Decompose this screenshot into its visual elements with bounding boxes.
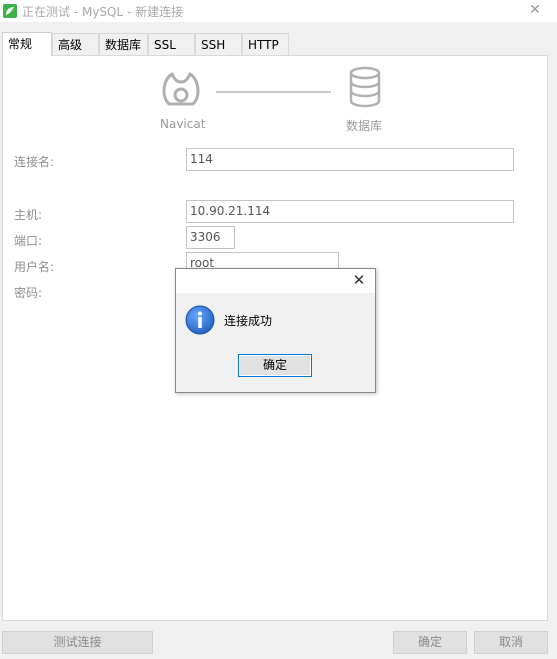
navicat-app-icon <box>3 4 17 18</box>
port-input[interactable]: 3306 <box>186 226 235 249</box>
username-label: 用户名: <box>14 260 55 274</box>
diagram-navicat-caption: Navicat <box>160 117 206 131</box>
tab-advanced[interactable]: 高级 <box>52 33 99 55</box>
connection-line <box>216 91 331 93</box>
ok-button-main[interactable]: 确定 <box>393 631 467 654</box>
info-icon <box>185 305 215 335</box>
tab-ssl[interactable]: SSL <box>148 33 195 55</box>
dialog-close-icon[interactable]: ✕ <box>351 272 367 288</box>
window-title: 正在测试 - MySQL - 新建连接 <box>22 4 184 19</box>
connection-name-label: 连接名: <box>14 155 55 169</box>
dialog-titlebar: ✕ <box>176 269 375 293</box>
tab-ssh[interactable]: SSH <box>195 33 242 55</box>
test-connection-button[interactable]: 测试连接 <box>2 631 153 654</box>
dialog-body: 连接成功 确定 <box>176 293 375 392</box>
cancel-button[interactable]: 取消 <box>474 631 548 654</box>
window-close-icon[interactable]: ✕ <box>527 2 543 18</box>
tab-database[interactable]: 数据库 <box>99 33 148 55</box>
port-label: 端口: <box>14 234 43 248</box>
tab-http[interactable]: HTTP <box>242 33 289 55</box>
diagram-database-caption: 数据库 <box>346 119 383 133</box>
connection-name-input[interactable]: 114 <box>186 148 514 171</box>
host-label: 主机: <box>14 208 43 222</box>
host-input[interactable]: 10.90.21.114 <box>186 200 514 223</box>
connection-success-dialog: ✕ 连接成功 确定 <box>175 268 376 393</box>
navicat-logo-icon <box>162 72 200 106</box>
password-label: 密码: <box>14 286 43 300</box>
dialog-message: 连接成功 <box>224 314 273 328</box>
window-titlebar: 正在测试 - MySQL - 新建连接 ✕ <box>0 0 557 22</box>
database-icon <box>349 66 381 108</box>
dialog-ok-button[interactable]: 确定 <box>238 354 312 377</box>
tab-general[interactable]: 常规 <box>2 32 52 56</box>
